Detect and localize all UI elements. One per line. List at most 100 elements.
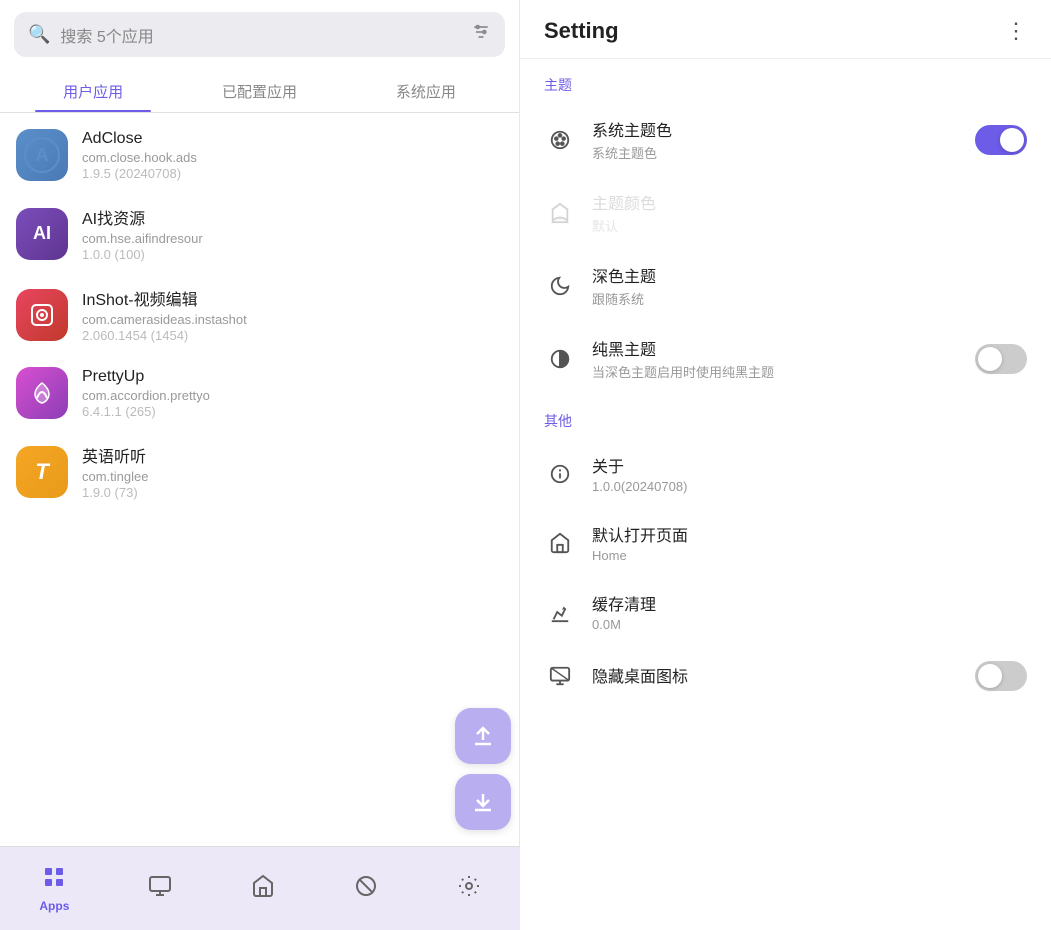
nav-item-home[interactable]	[239, 868, 287, 910]
block-icon	[354, 874, 378, 904]
app-package: com.camerasideas.instashot	[82, 312, 503, 327]
settings-item-info: 主题颜色 默认	[592, 190, 1027, 235]
fab-download[interactable]	[455, 774, 511, 830]
app-version: 2.060.1454 (1454)	[82, 328, 503, 343]
app-icon-tinglee: T	[16, 446, 68, 498]
settings-item-cache[interactable]: 缓存清理 0.0M	[520, 577, 1051, 646]
app-info-inshot: InShot-视频编辑 com.camerasideas.instashot 2…	[82, 286, 503, 343]
settings-item-system-theme-color[interactable]: 系统主题色 系统主题色	[520, 103, 1051, 176]
fill-icon	[544, 197, 576, 229]
settings-item-title: 深色主题	[592, 263, 1027, 287]
more-options-icon[interactable]: ⋮	[1005, 18, 1027, 44]
settings-item-title: 隐藏桌面图标	[592, 663, 959, 687]
app-info-aifind: AI找资源 com.hse.aifindresour 1.0.0 (100)	[82, 205, 503, 262]
settings-item-dark-theme[interactable]: 深色主题 跟随系统	[520, 249, 1051, 322]
app-name: 英语听听	[82, 443, 503, 467]
nav-item-monitor[interactable]	[136, 868, 184, 910]
settings-item-subtitle: 1.0.0(20240708)	[592, 479, 1027, 494]
settings-item-subtitle: 0.0M	[592, 617, 1027, 632]
settings-item-info: 默认打开页面 Home	[592, 522, 1027, 563]
list-item[interactable]: AI AI找资源 com.hse.aifindresour 1.0.0 (100…	[0, 193, 519, 274]
nav-item-settings[interactable]	[445, 868, 493, 910]
app-list: A AdClose com.close.hook.ads 1.9.5 (2024…	[0, 113, 519, 846]
app-icon-adclose: A	[16, 129, 68, 181]
nav-item-apps[interactable]: Apps	[27, 859, 81, 919]
filter-icon[interactable]	[471, 22, 491, 47]
app-icon-aifind: AI	[16, 208, 68, 260]
app-version: 1.9.0 (73)	[82, 485, 503, 500]
settings-item-info: 深色主题 跟随系统	[592, 263, 1027, 308]
search-icon: 🔍	[28, 24, 50, 45]
app-package: com.close.hook.ads	[82, 150, 503, 165]
settings-item-title: 系统主题色	[592, 117, 959, 141]
list-item[interactable]: A AdClose com.close.hook.ads 1.9.5 (2024…	[0, 117, 519, 193]
contrast-icon	[544, 343, 576, 375]
app-name: InShot-视频编辑	[82, 286, 503, 310]
search-placeholder: 搜索 5个应用	[60, 23, 461, 47]
fab-container	[455, 708, 511, 830]
app-name: AdClose	[82, 130, 503, 148]
settings-item-theme-color[interactable]: 主题颜色 默认	[520, 176, 1051, 249]
app-tabs: 用户应用 已配置应用 系统应用	[0, 69, 519, 113]
fab-upload[interactable]	[455, 708, 511, 764]
app-info-adclose: AdClose com.close.hook.ads 1.9.5 (202407…	[82, 130, 503, 181]
app-version: 1.9.5 (20240708)	[82, 166, 503, 181]
settings-item-default-page[interactable]: 默认打开页面 Home	[520, 508, 1051, 577]
tab-user-apps[interactable]: 用户应用	[10, 69, 176, 112]
app-info-prettyup: PrettyUp com.accordion.prettyo 6.4.1.1 (…	[82, 368, 503, 419]
apps-label: Apps	[39, 899, 69, 913]
app-name: PrettyUp	[82, 368, 503, 386]
home2-icon	[544, 527, 576, 559]
settings-item-info: 关于 1.0.0(20240708)	[592, 453, 1027, 494]
settings-item-title: 主题颜色	[592, 190, 1027, 214]
tab-configured-apps[interactable]: 已配置应用	[176, 69, 342, 112]
app-name: AI找资源	[82, 205, 503, 229]
settings-body: 主题 系统主题色 系统主题色	[520, 59, 1051, 930]
section-label-other: 其他	[520, 395, 1051, 439]
app-info-tinglee: 英语听听 com.tinglee 1.9.0 (73)	[82, 443, 503, 500]
right-panel: Setting ⋮ 主题 系统主题	[520, 0, 1051, 930]
section-label-theme: 主题	[520, 59, 1051, 103]
app-version: 1.0.0 (100)	[82, 247, 503, 262]
settings-item-hide-icon[interactable]: 隐藏桌面图标	[520, 646, 1051, 706]
settings-icon	[457, 874, 481, 904]
list-item[interactable]: PrettyUp com.accordion.prettyo 6.4.1.1 (…	[0, 355, 519, 431]
settings-item-about[interactable]: 关于 1.0.0(20240708)	[520, 439, 1051, 508]
toggle-pure-black[interactable]	[975, 344, 1027, 374]
list-item[interactable]: InShot-视频编辑 com.camerasideas.instashot 2…	[0, 274, 519, 355]
apps-icon	[42, 865, 66, 895]
toggle-system-theme-color[interactable]	[975, 125, 1027, 155]
settings-title: Setting	[544, 18, 619, 44]
settings-item-info: 系统主题色 系统主题色	[592, 117, 959, 162]
toggle-hide-desktop-icon[interactable]	[975, 661, 1027, 691]
palette-icon	[544, 124, 576, 156]
list-item[interactable]: T 英语听听 com.tinglee 1.9.0 (73)	[0, 431, 519, 512]
desktop-off-icon	[544, 660, 576, 692]
settings-item-title: 关于	[592, 453, 1027, 477]
app-package: com.accordion.prettyo	[82, 388, 503, 403]
settings-item-subtitle: 跟随系统	[592, 289, 1027, 308]
search-bar[interactable]: 🔍 搜索 5个应用	[14, 12, 505, 57]
moon-icon	[544, 270, 576, 302]
tab-system-apps[interactable]: 系统应用	[343, 69, 509, 112]
settings-item-info: 隐藏桌面图标	[592, 663, 959, 689]
settings-item-subtitle: 当深色主题启用时使用纯黑主题	[592, 362, 959, 381]
settings-header: Setting ⋮	[520, 0, 1051, 59]
settings-item-title: 纯黑主题	[592, 336, 959, 360]
settings-item-pure-black[interactable]: 纯黑主题 当深色主题启用时使用纯黑主题	[520, 322, 1051, 395]
app-icon-prettyup	[16, 367, 68, 419]
settings-item-subtitle: 默认	[592, 216, 1027, 235]
nav-item-block[interactable]	[342, 868, 390, 910]
main-container: 🔍 搜索 5个应用 用户应用 已配置应用 系统应用	[0, 0, 1051, 930]
settings-item-title: 缓存清理	[592, 591, 1027, 615]
bottom-nav: Apps	[0, 846, 520, 930]
settings-item-info: 纯黑主题 当深色主题启用时使用纯黑主题	[592, 336, 959, 381]
left-panel: 🔍 搜索 5个应用 用户应用 已配置应用 系统应用	[0, 0, 520, 930]
broom-icon	[544, 596, 576, 628]
settings-item-info: 缓存清理 0.0M	[592, 591, 1027, 632]
app-version: 6.4.1.1 (265)	[82, 404, 503, 419]
app-package: com.tinglee	[82, 469, 503, 484]
info-icon	[544, 458, 576, 490]
settings-item-subtitle: Home	[592, 548, 1027, 563]
app-package: com.hse.aifindresour	[82, 231, 503, 246]
